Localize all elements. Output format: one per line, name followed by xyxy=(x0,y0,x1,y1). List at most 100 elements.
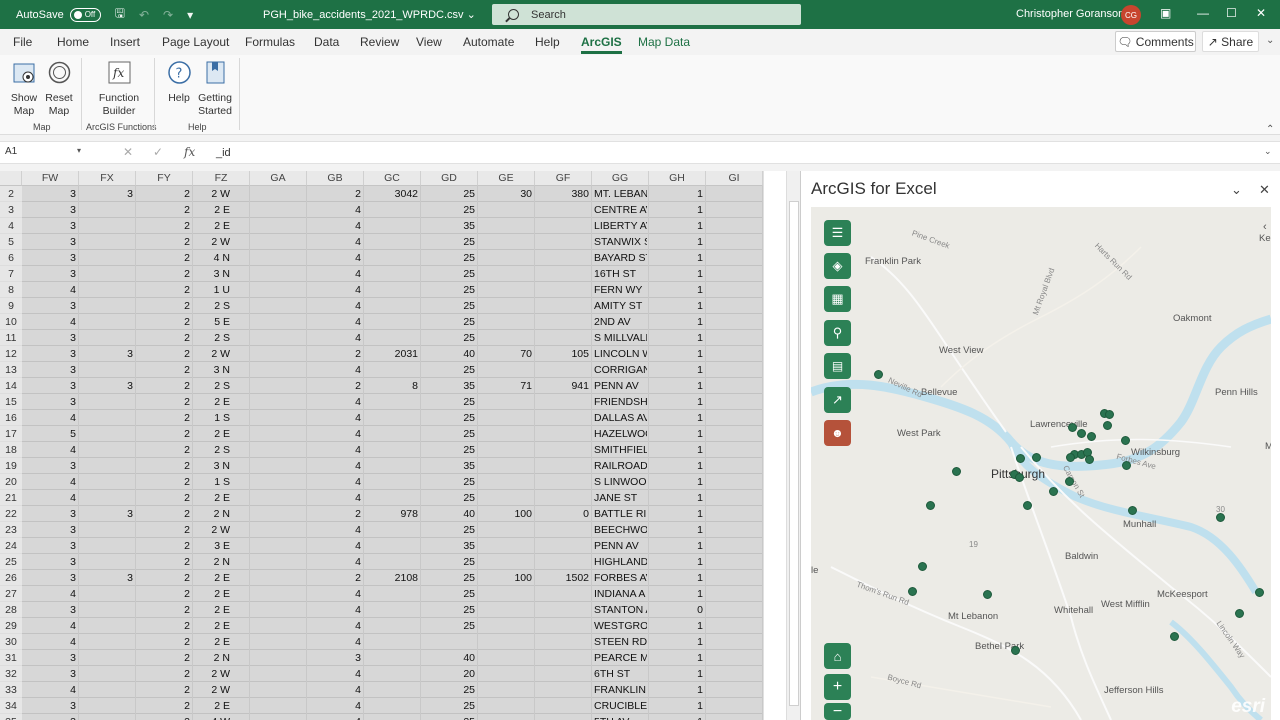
menu-button[interactable]: ☰ xyxy=(824,220,851,246)
cell[interactable]: 1 xyxy=(649,394,706,410)
cell[interactable]: 3 xyxy=(22,458,79,474)
cell[interactable] xyxy=(478,666,535,682)
cell[interactable]: FRANKLIN S xyxy=(592,682,647,698)
cell[interactable]: 1 xyxy=(649,650,706,666)
cell[interactable] xyxy=(535,410,592,426)
cell[interactable]: 2 xyxy=(136,634,193,650)
cell[interactable]: STANTON A xyxy=(592,602,647,618)
cell[interactable]: 2 E xyxy=(193,618,233,634)
accident-marker[interactable] xyxy=(952,467,961,476)
user-name[interactable]: Christopher Goranson xyxy=(1016,8,1124,20)
cell[interactable]: SMITHFIELI xyxy=(592,442,647,458)
user-avatar[interactable]: CG xyxy=(1121,5,1141,25)
cell[interactable]: 4 xyxy=(307,634,364,650)
cell[interactable] xyxy=(364,666,421,682)
cell[interactable] xyxy=(478,474,535,490)
accident-marker[interactable] xyxy=(1235,609,1244,618)
share-map-button[interactable]: ↗ xyxy=(824,387,851,413)
cell[interactable]: 4 xyxy=(22,282,79,298)
cell[interactable]: 2 xyxy=(136,570,193,586)
cell[interactable]: 1 xyxy=(649,442,706,458)
cell[interactable] xyxy=(478,330,535,346)
cell[interactable]: CRUCIBLE S xyxy=(592,698,647,714)
customize-qat-icon[interactable]: ▾ xyxy=(187,8,193,22)
cell[interactable]: 3 xyxy=(22,378,79,394)
cell[interactable]: RAILROAD xyxy=(592,458,647,474)
cell[interactable]: 2 W xyxy=(193,682,233,698)
cell[interactable]: 35 xyxy=(421,538,478,554)
cell[interactable]: 2 N xyxy=(193,650,233,666)
cell[interactable]: 1 xyxy=(649,682,706,698)
cell[interactable] xyxy=(364,522,421,538)
cell[interactable] xyxy=(535,602,592,618)
cell[interactable] xyxy=(478,234,535,250)
cell[interactable] xyxy=(535,522,592,538)
cell[interactable]: LINCOLN W xyxy=(592,346,647,362)
cell[interactable]: 2 xyxy=(307,570,364,586)
cell[interactable]: 25 xyxy=(421,202,478,218)
cell[interactable] xyxy=(535,250,592,266)
row-header[interactable]: 12 xyxy=(0,346,22,362)
cell[interactable] xyxy=(364,394,421,410)
cell[interactable]: 3 xyxy=(22,218,79,234)
cell[interactable] xyxy=(79,266,136,282)
cell[interactable]: STEEN RD xyxy=(592,634,647,650)
cell[interactable]: 25 xyxy=(421,234,478,250)
cell[interactable]: 1 xyxy=(649,186,706,202)
tab-home[interactable]: Home xyxy=(57,35,89,49)
cell[interactable] xyxy=(478,442,535,458)
cell[interactable] xyxy=(79,554,136,570)
cell[interactable] xyxy=(79,666,136,682)
save-icon[interactable]: 🖫 xyxy=(115,4,125,25)
cell[interactable] xyxy=(478,250,535,266)
cell[interactable]: 1 S xyxy=(193,474,233,490)
cell[interactable]: BATTLE RID xyxy=(592,506,647,522)
row-header[interactable]: 22 xyxy=(0,506,22,522)
cell[interactable] xyxy=(364,458,421,474)
cell[interactable]: PEARCE MI xyxy=(592,650,647,666)
cell[interactable] xyxy=(364,538,421,554)
cell[interactable]: 3 xyxy=(22,234,79,250)
cell[interactable]: 2 xyxy=(136,522,193,538)
cell[interactable]: LIBERTY AV xyxy=(592,218,647,234)
cell[interactable] xyxy=(478,586,535,602)
cell[interactable] xyxy=(364,410,421,426)
cell[interactable]: 2 N xyxy=(193,554,233,570)
accident-marker[interactable] xyxy=(1170,632,1179,641)
cell[interactable]: 0 xyxy=(535,506,592,522)
cell[interactable]: 3 N xyxy=(193,362,233,378)
cell[interactable]: 4 xyxy=(307,298,364,314)
cell[interactable]: 2 xyxy=(136,218,193,234)
formula-input[interactable]: _id xyxy=(216,147,231,159)
cell[interactable]: 4 xyxy=(22,410,79,426)
cell[interactable]: 70 xyxy=(478,346,535,362)
cell[interactable]: 3 xyxy=(22,554,79,570)
cell[interactable]: MT. LEBAN xyxy=(592,186,647,202)
user-profile-button[interactable]: ☻ xyxy=(824,420,851,446)
cell[interactable]: 4 xyxy=(22,474,79,490)
cell[interactable]: FERN WY xyxy=(592,282,647,298)
cell[interactable]: 4 xyxy=(307,714,364,720)
cell[interactable] xyxy=(364,362,421,378)
cell[interactable] xyxy=(79,474,136,490)
share-button[interactable]: ↗ Share xyxy=(1202,31,1259,52)
accident-marker[interactable] xyxy=(926,501,935,510)
cell[interactable]: 2 xyxy=(136,346,193,362)
cell[interactable]: 1 S xyxy=(193,410,233,426)
cell[interactable]: 1 xyxy=(649,362,706,378)
cell[interactable] xyxy=(79,602,136,618)
cell[interactable]: 25 xyxy=(421,362,478,378)
cell[interactable] xyxy=(535,634,592,650)
cell[interactable] xyxy=(79,682,136,698)
row-header[interactable]: 32 xyxy=(0,666,22,682)
cell[interactable] xyxy=(364,218,421,234)
cell[interactable]: 3 xyxy=(307,650,364,666)
cell[interactable]: 2 W xyxy=(193,186,233,202)
layers-button[interactable]: ◈ xyxy=(824,253,851,279)
cell[interactable]: 4 xyxy=(307,218,364,234)
cell[interactable]: 3042 xyxy=(364,186,421,202)
cell[interactable]: 1 xyxy=(649,218,706,234)
cell[interactable]: 25 xyxy=(421,442,478,458)
accident-marker[interactable] xyxy=(1011,646,1020,655)
cell[interactable]: PENN AV xyxy=(592,538,647,554)
